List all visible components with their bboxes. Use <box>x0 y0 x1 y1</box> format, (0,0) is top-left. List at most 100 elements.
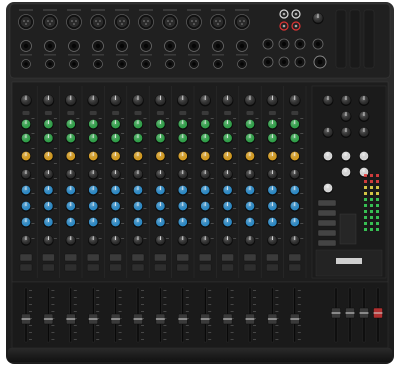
insert-jack-8[interactable] <box>189 59 199 69</box>
eq-mid-knob[interactable] <box>65 185 77 196</box>
mute-button[interactable] <box>64 253 78 262</box>
aux-send-knob[interactable] <box>20 119 32 130</box>
master-button[interactable] <box>317 229 337 237</box>
low-cut-button[interactable] <box>156 111 164 115</box>
master-button[interactable] <box>317 239 337 247</box>
eq-high-knob[interactable] <box>177 169 188 180</box>
aux-send-knob[interactable] <box>222 133 233 144</box>
master-knob[interactable] <box>322 94 334 106</box>
pan-knob[interactable] <box>132 235 144 246</box>
line-input-jack-2[interactable] <box>44 40 56 52</box>
low-cut-button[interactable] <box>112 111 120 115</box>
pan-knob[interactable] <box>20 235 32 246</box>
aux-send-knob[interactable] <box>289 133 300 144</box>
fx-send-knob[interactable] <box>244 151 256 162</box>
eq-mid-knob[interactable] <box>155 185 166 196</box>
aux-send-knob[interactable] <box>132 133 144 144</box>
output-jack-1[interactable] <box>262 38 274 50</box>
eq-freq-knob[interactable] <box>177 201 188 212</box>
aux-send-knob[interactable] <box>177 133 188 144</box>
master-button[interactable] <box>317 199 337 207</box>
fx-send-knob[interactable] <box>20 151 32 162</box>
aux-send-knob[interactable] <box>88 119 99 130</box>
eq-freq-knob[interactable] <box>244 201 256 212</box>
gain-knob[interactable] <box>177 94 189 107</box>
mute-button[interactable] <box>154 253 167 262</box>
insert-jack-2[interactable] <box>45 59 55 69</box>
xlr-input-10[interactable] <box>234 14 250 30</box>
low-cut-button[interactable] <box>224 111 232 115</box>
line-input-jack-7[interactable] <box>164 40 176 52</box>
aux-send-knob[interactable] <box>88 133 99 144</box>
gain-knob[interactable] <box>87 94 99 107</box>
gain-knob[interactable] <box>132 94 144 107</box>
output-jack-2[interactable] <box>278 38 290 50</box>
master-knob[interactable] <box>340 126 352 138</box>
xlr-input-7[interactable] <box>162 14 178 30</box>
pan-knob[interactable] <box>43 235 54 246</box>
mute-button[interactable] <box>266 253 279 262</box>
line-input-jack-9[interactable] <box>212 40 224 52</box>
line-input-jack-10[interactable] <box>236 40 248 52</box>
low-cut-button[interactable] <box>179 111 187 115</box>
fx-send-knob[interactable] <box>222 151 233 162</box>
aux-send-knob[interactable] <box>222 119 233 130</box>
aux-send-knob[interactable] <box>43 133 54 144</box>
line-input-jack-6[interactable] <box>140 40 152 52</box>
aux-send-knob[interactable] <box>267 133 278 144</box>
insert-jack-4[interactable] <box>93 59 103 69</box>
aux-send-knob[interactable] <box>43 119 54 130</box>
xlr-input-9[interactable] <box>210 14 226 30</box>
low-cut-button[interactable] <box>246 111 254 115</box>
eq-mid-knob[interactable] <box>43 185 54 196</box>
eq-low-knob[interactable] <box>244 217 256 228</box>
mute-button[interactable] <box>221 253 234 262</box>
eq-high-knob[interactable] <box>65 169 77 180</box>
eq-mid-knob[interactable] <box>267 185 278 196</box>
eq-freq-knob[interactable] <box>222 201 233 212</box>
low-cut-button[interactable] <box>201 111 209 115</box>
eq-mid-knob[interactable] <box>244 185 256 196</box>
phones-level-knob[interactable] <box>312 12 324 25</box>
low-cut-button[interactable] <box>44 111 52 115</box>
xlr-input-1[interactable] <box>18 14 34 30</box>
mute-button[interactable] <box>198 253 212 262</box>
line-input-jack-1[interactable] <box>20 40 32 52</box>
master-button[interactable] <box>317 219 337 227</box>
pan-knob[interactable] <box>200 235 211 246</box>
aux-send-knob[interactable] <box>177 119 188 130</box>
fx-send-knob[interactable] <box>110 151 121 162</box>
master-button[interactable] <box>317 209 337 217</box>
eq-high-knob[interactable] <box>155 169 166 180</box>
gain-knob[interactable] <box>42 94 55 107</box>
aux-send-knob[interactable] <box>200 133 211 144</box>
pan-knob[interactable] <box>155 235 166 246</box>
low-cut-button[interactable] <box>89 111 97 115</box>
eq-low-knob[interactable] <box>65 217 77 228</box>
insert-jack-10[interactable] <box>237 59 247 69</box>
mute-button[interactable] <box>131 253 145 262</box>
eq-low-knob[interactable] <box>43 217 54 228</box>
eq-high-knob[interactable] <box>222 169 233 180</box>
aux-send-knob[interactable] <box>155 133 166 144</box>
master-knob[interactable] <box>322 126 334 138</box>
eq-freq-knob[interactable] <box>289 201 300 212</box>
mute-button[interactable] <box>176 253 190 262</box>
eq-low-knob[interactable] <box>200 217 211 228</box>
pan-knob[interactable] <box>88 235 99 246</box>
master-knob[interactable] <box>358 94 370 106</box>
line-input-jack-5[interactable] <box>116 40 128 52</box>
master-knob[interactable] <box>340 110 352 122</box>
eq-high-knob[interactable] <box>20 169 32 180</box>
low-cut-button[interactable] <box>268 111 276 115</box>
gain-knob[interactable] <box>244 94 256 107</box>
aux-send-knob[interactable] <box>200 119 211 130</box>
insert-jack-9[interactable] <box>213 59 223 69</box>
phones-jack[interactable] <box>313 55 327 69</box>
mute-button[interactable] <box>243 253 257 262</box>
eq-freq-knob[interactable] <box>155 201 166 212</box>
gain-knob[interactable] <box>221 94 234 107</box>
aux-send-knob[interactable] <box>289 119 300 130</box>
eq-freq-knob[interactable] <box>132 201 144 212</box>
fx-send-knob[interactable] <box>267 151 278 162</box>
